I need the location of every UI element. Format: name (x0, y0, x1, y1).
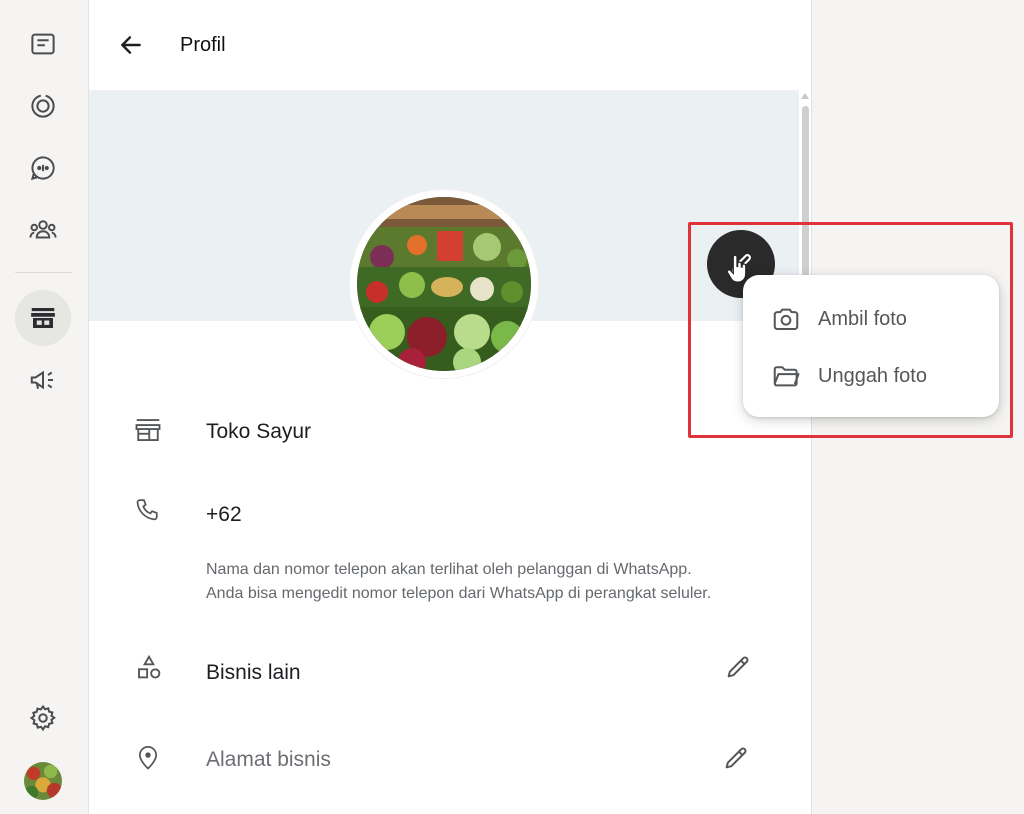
storefront-outline-icon (132, 414, 164, 446)
channels-button[interactable] (15, 140, 71, 196)
scroll-up-arrow[interactable] (801, 93, 809, 99)
phone-number: +62 (206, 503, 242, 526)
back-button[interactable] (117, 31, 145, 59)
rail-divider (15, 272, 72, 273)
profile-photo-image (357, 197, 531, 371)
chats-icon (31, 33, 55, 55)
location-pin-icon (132, 742, 164, 774)
business-address-placeholder[interactable]: Alamat bisnis (206, 748, 331, 772)
hint-line-2: Anda bisa mengedit nomor telepon dari Wh… (206, 585, 712, 602)
status-icon (31, 94, 55, 118)
nav-rail (0, 0, 89, 814)
pencil-icon (725, 747, 747, 769)
category-shapes-icon (133, 652, 165, 684)
channels-icon (30, 156, 55, 181)
hint-line-1: Nama dan nomor telepon akan terlihat ole… (206, 561, 692, 578)
business-category[interactable]: Bisnis lain (206, 661, 301, 685)
business-tools-button[interactable] (15, 290, 71, 346)
profile-hint-text: Nama dan nomor telepon akan terlihat ole… (206, 558, 786, 606)
ads-button[interactable] (15, 352, 71, 408)
edit-category-button[interactable] (721, 650, 755, 684)
profile-avatar[interactable] (24, 762, 62, 800)
highlight-box (688, 222, 1013, 438)
panel-header: Profil (89, 0, 811, 90)
pencil-icon (727, 656, 749, 678)
business-name[interactable]: Toko Sayur (206, 420, 311, 444)
communities-icon (29, 220, 57, 239)
communities-button[interactable] (15, 202, 71, 258)
gear-icon (29, 704, 56, 732)
megaphone-icon (30, 370, 53, 390)
page-title: Profil (180, 34, 226, 56)
phone-icon (132, 494, 164, 526)
storefront-icon (31, 308, 55, 328)
profile-photo[interactable] (350, 190, 538, 378)
settings-button[interactable] (15, 690, 71, 746)
status-button[interactable] (15, 78, 71, 134)
scrollbar[interactable] (799, 90, 811, 814)
edit-address-button[interactable] (719, 741, 753, 775)
arrow-left-icon (121, 36, 141, 54)
chats-button[interactable] (15, 16, 71, 72)
